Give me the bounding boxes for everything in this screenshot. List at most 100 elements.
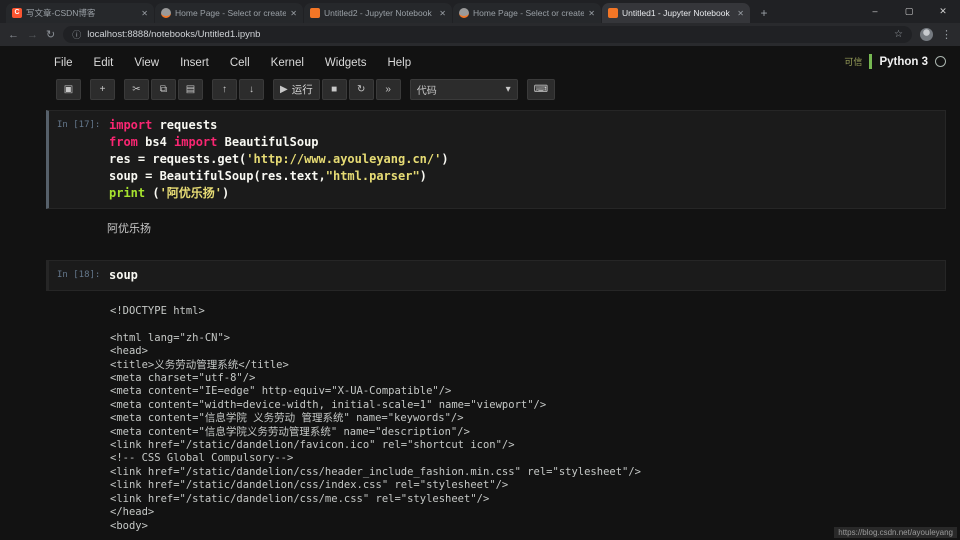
menu-edit[interactable]: Edit (94, 57, 114, 69)
minimize-button[interactable]: – (858, 0, 892, 23)
toolbar-restart-run-all-button[interactable]: » (375, 79, 401, 100)
toolbar-restart-kernel-button[interactable]: ↻ (348, 79, 374, 100)
code-cell-1[interactable]: In [17]: import requests from bs4 import … (46, 110, 946, 209)
notebook-area: In [17]: import requests from bs4 import … (0, 106, 960, 533)
kernel-idle-icon (935, 56, 946, 67)
restart-kernel-icon: ↻ (357, 84, 366, 95)
omnibox[interactable]: ⓘ localhost:8888/notebooks/Untitled1.ipy… (63, 26, 912, 43)
forward-icon[interactable]: → (27, 29, 38, 41)
code-cell-2[interactable]: In [18]: soup (46, 260, 946, 291)
menu-help[interactable]: Help (387, 57, 411, 69)
interrupt-kernel-icon: ■ (331, 84, 338, 95)
profile-avatar[interactable] (920, 28, 933, 41)
command-palette-button[interactable]: ⌨ (526, 79, 556, 100)
code-token: soup = BeautifulSoup(res.text, (109, 169, 326, 183)
tab-close-icon[interactable]: ✕ (737, 9, 744, 18)
code-token: bs4 (137, 135, 175, 149)
code-line: import requests (109, 117, 945, 134)
toolbar-copy-cell-button[interactable]: ⧉ (151, 79, 176, 100)
toolbar-save-button[interactable]: ▣ (56, 79, 81, 100)
toolbar-move-cell-up-button[interactable]: ↑ (212, 79, 237, 100)
kernel-name[interactable]: Python 3 (879, 56, 928, 68)
code-token: soup (109, 268, 138, 282)
code-token: "html.parser" (325, 169, 420, 183)
close-window-button[interactable]: ✕ (926, 0, 960, 23)
menu-insert[interactable]: Insert (180, 57, 209, 69)
menu-file[interactable]: File (54, 57, 73, 69)
keyboard-icon: ⌨ (533, 84, 549, 95)
tab-close-icon[interactable]: ✕ (588, 9, 595, 18)
toolbar-cut-cell-button[interactable]: ✂ (124, 79, 149, 100)
chevron-down-icon: ▾ (505, 84, 511, 95)
tab-title: 写文章-CSDN博客 (26, 8, 96, 18)
browser-titlebar: C 写文章-CSDN博客 ✕ Home Page - Select or create… (0, 0, 960, 23)
add-cell-icon: + (99, 84, 106, 95)
browser-tab[interactable]: Untitled1 - Jupyter Notebook ✕ (602, 3, 750, 23)
browser-tab[interactable]: Home Page - Select or create ✕ (155, 3, 303, 23)
jupyter-home-favicon (459, 8, 469, 18)
new-tab-button[interactable]: + (751, 3, 777, 23)
code-token: ) (419, 169, 427, 183)
code-line: res = requests.get('http://www.ayouleyan… (109, 151, 945, 168)
csdn-watermark: https://blog.csdn.net/ayouleyang (834, 527, 957, 538)
input-prompt: In [18]: (57, 270, 101, 280)
code-token: ) (222, 186, 230, 200)
tab-title: Home Page - Select or create (473, 8, 585, 18)
tab-title: Home Page - Select or create (175, 8, 287, 18)
code-token: requests (152, 118, 218, 132)
trusted-badge: 可信 (844, 57, 863, 67)
bookmark-star-icon[interactable]: ☆ (894, 29, 903, 40)
tab-close-icon[interactable]: ✕ (290, 9, 297, 18)
run-icon: ▶ (280, 84, 288, 95)
code-token: res = requests.get( (109, 152, 247, 166)
kernel-divider (869, 54, 873, 69)
site-info-icon[interactable]: ⓘ (72, 28, 81, 41)
browser-tab[interactable]: C 写文章-CSDN博客 ✕ (6, 3, 154, 23)
menu-kernel[interactable]: Kernel (271, 57, 304, 69)
stdout-text: 阿优乐扬 (107, 222, 151, 235)
cell-type-select[interactable]: 代码 ▾ (409, 79, 518, 100)
tab-close-icon[interactable]: ✕ (439, 9, 446, 18)
tab-strip: C 写文章-CSDN博客 ✕ Home Page - Select or create… (0, 3, 751, 23)
cell-type-value: 代码 (416, 86, 437, 97)
code-token: BeautifulSoup (217, 135, 319, 149)
menu-widgets[interactable]: Widgets (325, 57, 367, 69)
toolbar-move-cell-down-button[interactable]: ↓ (239, 79, 264, 100)
menu-view[interactable]: View (134, 57, 159, 69)
output-prompt-spacer (49, 221, 107, 236)
code-line: print ('阿优乐扬') (109, 185, 945, 202)
toolbar-run-button[interactable]: ▶ 运行 (273, 79, 320, 100)
toolbar-paste-cell-button[interactable]: ▤ (178, 79, 203, 100)
jupyter-menubar: File Edit View Insert Cell Kernel Widgets Help … (0, 46, 960, 77)
url-text[interactable]: localhost:8888/notebooks/Untitled1.ipynb (87, 29, 888, 40)
run-label: 运行 (291, 84, 313, 96)
input-prompt: In [17]: (57, 120, 101, 130)
jupyter-home-favicon (161, 8, 171, 18)
tab-title: Untitled2 - Jupyter Notebook (324, 8, 432, 18)
copy-cell-icon: ⧉ (159, 84, 168, 95)
move-cell-up-icon: ↑ (222, 84, 227, 95)
browser-tab[interactable]: Untitled2 - Jupyter Notebook ✕ (304, 3, 452, 23)
toolbar-add-cell-button[interactable]: + (90, 79, 115, 100)
code-token: print (109, 186, 146, 200)
save-icon: ▣ (63, 84, 74, 95)
tab-title: Untitled1 - Jupyter Notebook (622, 8, 730, 18)
code-token: import (174, 135, 218, 149)
tab-close-icon[interactable]: ✕ (141, 9, 148, 18)
jupyter-toolbar: ▣ + ✂ ⧉ ▤ ↑ ↓ ▶ 运行 ■ ↻ » 代码 ▾ ⌨ (0, 77, 960, 106)
code-token: import (109, 118, 153, 132)
browser-tab[interactable]: Home Page - Select or create ✕ (453, 3, 601, 23)
refresh-icon[interactable]: ↻ (46, 28, 55, 41)
restart-run-all-icon: » (385, 84, 391, 95)
toolbar-interrupt-kernel-button[interactable]: ■ (321, 79, 347, 100)
maximize-button[interactable]: ▢ (892, 0, 926, 23)
jupyter-nb-favicon (608, 8, 618, 18)
code-line: soup = BeautifulSoup(res.text,"html.pars… (109, 168, 945, 185)
code-token: ) (441, 152, 449, 166)
menu-cell[interactable]: Cell (230, 57, 250, 69)
kernel-indicator-area: 可信 Python 3 (844, 54, 946, 69)
code-editor[interactable]: import requests from bs4 import Beautiful… (107, 117, 945, 202)
code-editor[interactable]: soup (107, 267, 945, 284)
back-icon[interactable]: ← (8, 29, 19, 41)
browser-menu-icon[interactable]: ⋮ (941, 28, 952, 41)
